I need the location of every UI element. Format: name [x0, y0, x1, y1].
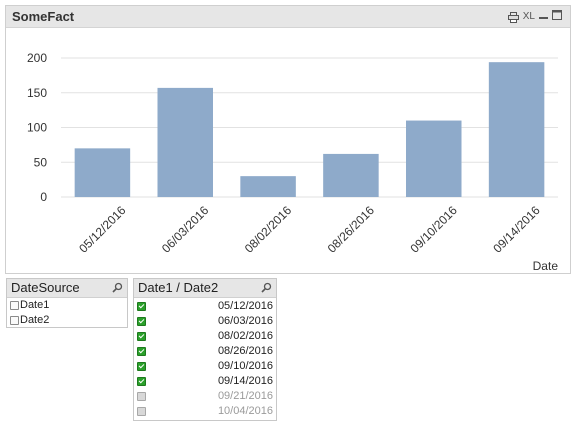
print-icon[interactable] — [507, 11, 519, 23]
selected-checkbox-icon[interactable] — [137, 377, 146, 386]
selected-checkbox-icon[interactable] — [137, 332, 146, 341]
excluded-checkbox-icon[interactable] — [137, 392, 146, 401]
datesource-item[interactable]: Date2 — [7, 313, 127, 328]
selected-checkbox-icon[interactable] — [137, 317, 146, 326]
datesource-caption[interactable]: DateSource — [7, 279, 127, 298]
date-list-item-label: 08/26/2016 — [217, 345, 273, 357]
bar[interactable] — [240, 176, 296, 197]
x-tick-label: 05/12/2016 — [76, 203, 129, 256]
date-list-item-label: 05/12/2016 — [217, 300, 273, 312]
date-list-item[interactable]: 05/12/2016 — [134, 299, 276, 314]
chart-panel: SomeFact XL 0 50 100 150 200 05/12/2016 06/03/… — [5, 5, 571, 274]
excluded-checkbox-icon[interactable] — [137, 407, 146, 416]
datesource-title: DateSource — [11, 280, 80, 295]
search-icon[interactable] — [112, 282, 123, 296]
search-icon[interactable] — [261, 282, 272, 296]
x-tick-label: 06/03/2016 — [159, 203, 212, 256]
date-listbox-title: Date1 / Date2 — [138, 280, 219, 295]
date-list-item-label: 09/14/2016 — [217, 375, 273, 387]
datesource-item-label: Date2 — [20, 314, 50, 326]
date-listbox: Date1 / Date2 05/12/2016 06/03/2016 08/02/… — [133, 278, 277, 421]
x-tick-label: 08/02/2016 — [242, 203, 295, 256]
bar[interactable] — [323, 153, 379, 197]
bar[interactable] — [406, 120, 462, 197]
datesource-item[interactable]: Date1 — [7, 298, 127, 313]
date-list-item-label: 09/10/2016 — [217, 360, 273, 372]
date-list-item[interactable]: 08/26/2016 — [134, 344, 276, 359]
selected-checkbox-icon[interactable] — [137, 347, 146, 356]
caption-icons: XL — [507, 9, 562, 25]
datesource-item-label: Date1 — [20, 299, 50, 311]
date-list-item[interactable]: 10/04/2016 — [134, 404, 276, 419]
y-tick-label: 200 — [27, 51, 47, 65]
x-axis-title: Date — [533, 259, 559, 273]
checkbox[interactable] — [10, 316, 19, 325]
chart-title: SomeFact — [12, 9, 75, 24]
checkbox[interactable] — [10, 301, 19, 310]
selected-checkbox-icon[interactable] — [137, 302, 146, 311]
date-list-item-label: 08/02/2016 — [217, 330, 273, 342]
xl-export-icon[interactable]: XL — [523, 10, 535, 24]
datesource-listbox: DateSource Date1 Date2 — [6, 278, 128, 328]
date-list-item[interactable]: 09/21/2016 — [134, 389, 276, 404]
chart-caption[interactable]: SomeFact XL — [6, 6, 570, 28]
date-list-item[interactable]: 08/02/2016 — [134, 329, 276, 344]
maximize-icon[interactable] — [552, 9, 562, 25]
x-tick-label: 09/14/2016 — [490, 203, 543, 256]
bar-chart: 0 50 100 150 200 05/12/2016 06/03/2016 08/02/20… — [27, 51, 559, 273]
date-listbox-caption[interactable]: Date1 / Date2 — [134, 279, 276, 298]
minimize-icon[interactable] — [539, 9, 548, 25]
x-tick-label: 08/26/2016 — [325, 203, 378, 256]
bar[interactable] — [74, 148, 131, 197]
date-list-item-label: 06/03/2016 — [217, 315, 273, 327]
date-list-item[interactable]: 09/10/2016 — [134, 359, 276, 374]
date-list-item-label: 09/21/2016 — [217, 390, 273, 402]
y-tick-label: 0 — [40, 190, 47, 204]
y-tick-label: 50 — [34, 155, 48, 169]
date-list-item[interactable]: 06/03/2016 — [134, 314, 276, 329]
y-tick-label: 150 — [27, 86, 47, 100]
date-list-item-label: 10/04/2016 — [217, 405, 273, 417]
date-list-item[interactable]: 09/14/2016 — [134, 374, 276, 389]
x-tick-label: 09/10/2016 — [408, 203, 461, 256]
y-tick-label: 100 — [27, 121, 47, 135]
bar[interactable] — [488, 62, 545, 197]
selected-checkbox-icon[interactable] — [137, 362, 146, 371]
bar[interactable] — [157, 87, 213, 197]
